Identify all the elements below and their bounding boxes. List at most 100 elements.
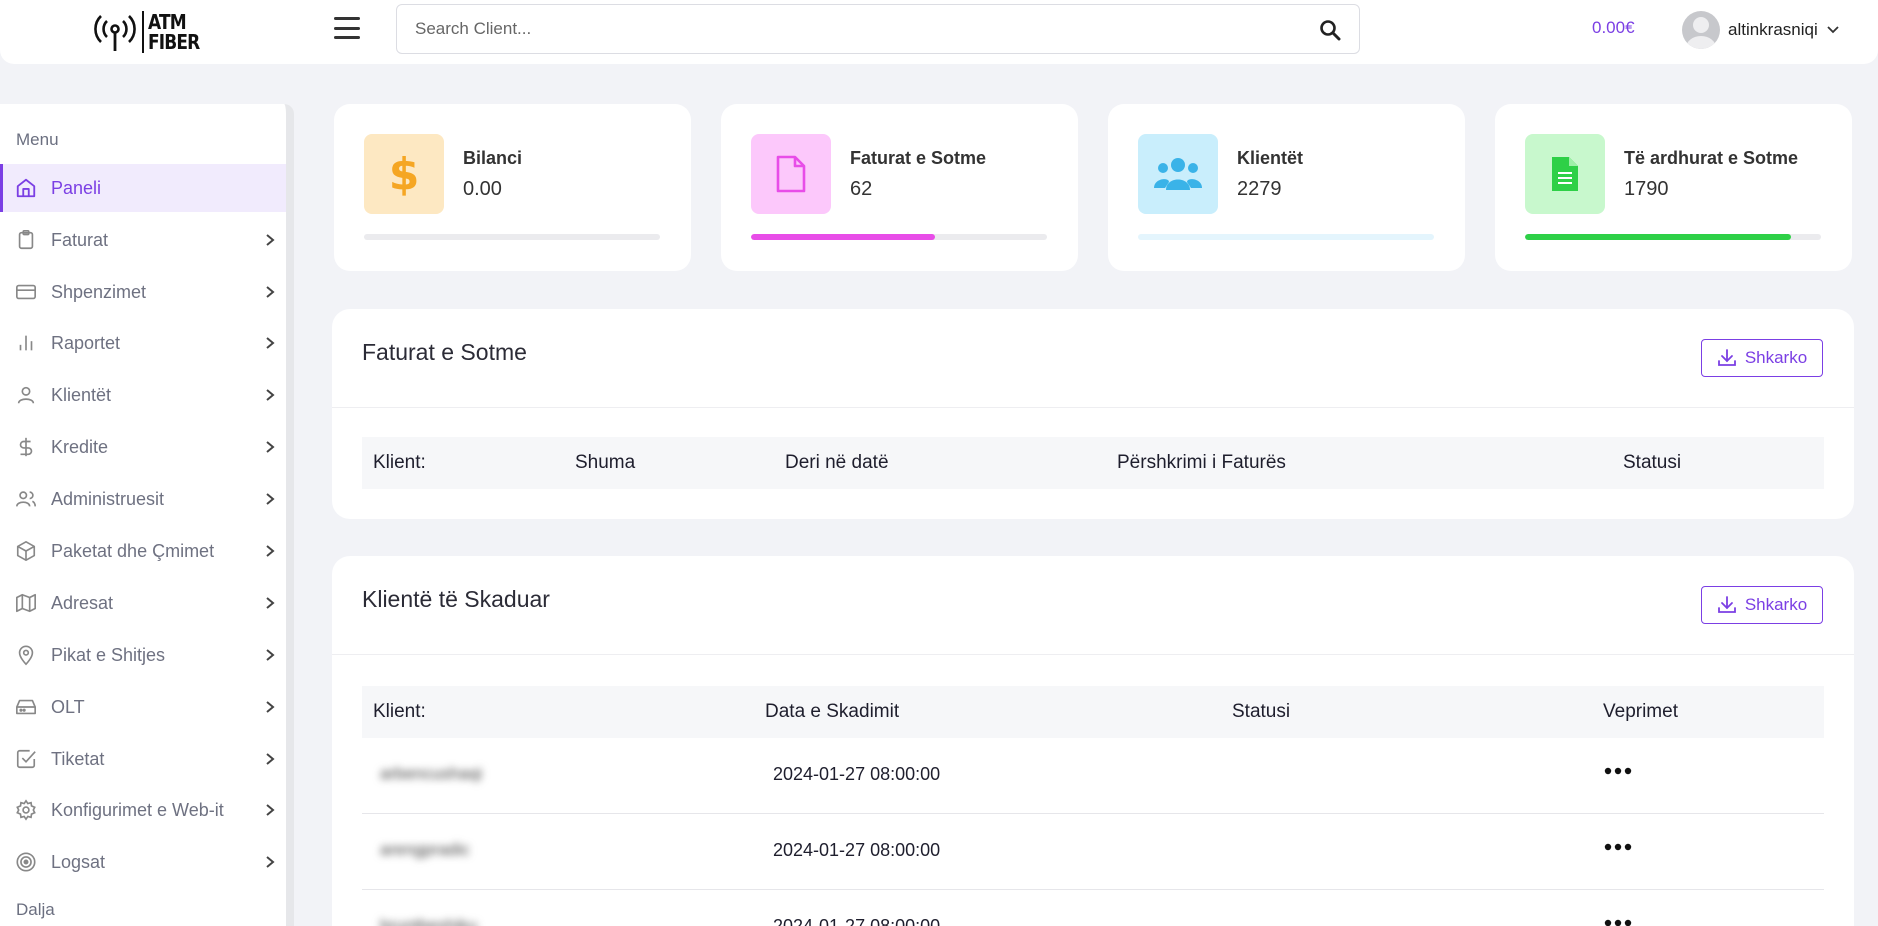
dollar-icon: [19, 437, 33, 457]
sidebar-item-raportet[interactable]: Raportet: [0, 319, 286, 367]
sidebar-item-konfigurimet[interactable]: Konfigurimet e Web-it: [0, 786, 286, 834]
stat-value: 2279: [1237, 178, 1282, 200]
download-expired-clients-button[interactable]: Shkarko: [1701, 586, 1823, 624]
download-icon: [1717, 349, 1736, 366]
stat-value: 62: [850, 178, 873, 200]
stat-title: Të ardhurat e Sotme: [1624, 148, 1799, 168]
account-balance: 0.00€: [1592, 18, 1635, 37]
menu-toggle-button[interactable]: [334, 17, 360, 39]
sidebar-item-label: Logsat: [51, 851, 106, 872]
expiry-date: 2024-01-27 08:00:00: [773, 840, 941, 860]
map-pin-icon: [18, 645, 34, 666]
stat-value: 1790: [1624, 178, 1669, 200]
stat-card-faturat: Faturat e Sotme 62: [721, 104, 1078, 271]
sidebar-item-label: Shpenzimet: [51, 281, 147, 302]
download-icon: [1717, 596, 1736, 613]
column-header[interactable]: Përshkrimi i Faturës: [1117, 452, 1286, 474]
chevron-right-icon: [266, 597, 275, 609]
expired-clients-panel: Klientë të Skaduar Shkarko Klient: Data …: [332, 556, 1854, 926]
client-name[interactable]: arbencushaqi: [380, 764, 482, 784]
sidebar-item-faturat[interactable]: Faturat: [0, 216, 286, 264]
panel-title: Klientë të Skaduar: [362, 586, 550, 612]
search-icon[interactable]: [1319, 19, 1341, 41]
column-header[interactable]: Shuma: [575, 452, 635, 474]
table-row: arengpradic 2024-01-27 08:00:00: [362, 814, 1824, 890]
user-menu[interactable]: altinkrasniqi: [1682, 10, 1840, 50]
file-icon: [776, 155, 806, 193]
download-invoices-button[interactable]: Shkarko: [1701, 339, 1823, 377]
sidebar-item-label: Klientët: [51, 384, 112, 405]
chevron-right-icon: [266, 286, 275, 298]
column-header[interactable]: Klient:: [373, 701, 426, 723]
credit-card-icon: [16, 284, 36, 300]
sidebar-item-label: OLT: [51, 696, 85, 717]
chevron-right-icon: [266, 804, 275, 816]
sidebar-item-pikat-e-shitjes[interactable]: Pikat e Shitjes: [0, 631, 286, 679]
todays-invoices-panel: Faturat e Sotme Shkarko Klient: Shuma De…: [332, 309, 1854, 519]
logout-section-label[interactable]: Dalja: [16, 900, 55, 920]
clipboard-icon: [18, 230, 34, 250]
atm-fiber-logo[interactable]: ATM FIBER: [92, 8, 208, 56]
chevron-down-icon: [1827, 26, 1839, 34]
more-actions-icon[interactable]: [1603, 766, 1633, 776]
sidebar-item-klientet[interactable]: Klientët: [0, 371, 286, 419]
sidebar: Menu Paneli Faturat Shpenzimet Raportet …: [0, 104, 294, 926]
sidebar-item-label: Tiketat: [51, 748, 105, 769]
sidebar-item-tiketat[interactable]: Tiketat: [0, 735, 286, 783]
column-header[interactable]: Statusi: [1623, 452, 1681, 474]
logo-line-1: ATM: [148, 10, 187, 34]
avatar: [1682, 11, 1720, 49]
sidebar-item-logsat[interactable]: Logsat: [0, 838, 286, 886]
package-icon: [16, 541, 36, 561]
sidebar-item-administruesit[interactable]: Administruesit: [0, 475, 286, 523]
sidebar-item-shpenzimet[interactable]: Shpenzimet: [0, 268, 286, 316]
chevron-right-icon: [266, 234, 275, 246]
sidebar-item-label: Konfigurimet e Web-it: [51, 799, 224, 820]
sidebar-item-label: Paketat dhe Çmimet: [51, 540, 215, 561]
panel-title: Faturat e Sotme: [362, 339, 527, 365]
sidebar-item-olt[interactable]: OLT: [0, 683, 286, 731]
table-row: arbencushaqi 2024-01-27 08:00:00: [362, 738, 1824, 814]
antenna-signal-icon: [94, 15, 136, 51]
logo-separator: [142, 11, 144, 53]
stat-card-te-ardhurat: Të ardhurat e Sotme 1790: [1495, 104, 1852, 271]
settings-icon: [16, 799, 36, 821]
stat-title: Faturat e Sotme: [850, 148, 987, 168]
map-icon: [16, 593, 36, 613]
column-header[interactable]: Statusi: [1232, 701, 1290, 723]
column-header[interactable]: Klient:: [373, 452, 426, 474]
expiry-date: 2024-01-27 08:00:00: [773, 916, 941, 926]
stat-progress-track: [1138, 234, 1434, 240]
sidebar-item-label: Kredite: [51, 436, 109, 457]
stat-value: 0.00: [463, 178, 502, 200]
column-header[interactable]: Deri në datë: [785, 452, 889, 474]
client-name[interactable]: arengpradic: [380, 840, 470, 860]
more-actions-icon[interactable]: [1603, 842, 1633, 852]
top-header: ATM FIBER 0.00€ altinkrasniqi: [0, 0, 1878, 64]
invoices-table-header: Klient: Shuma Deri në datë Përshkrimi i …: [362, 437, 1824, 489]
sidebar-item-kredite[interactable]: Kredite: [0, 423, 286, 471]
chevron-right-icon: [266, 389, 275, 401]
check-square-icon: [16, 749, 36, 769]
stat-icon-box: [1525, 134, 1605, 214]
chevron-right-icon: [266, 441, 275, 453]
menu-section-label: Menu: [16, 130, 59, 149]
download-label: Shkarko: [1744, 348, 1808, 367]
home-icon: [16, 178, 36, 198]
stat-progress-track: [1525, 234, 1821, 240]
sidebar-item-paneli[interactable]: Paneli: [0, 164, 286, 212]
more-actions-icon[interactable]: [1603, 918, 1633, 926]
sidebar-item-label: Raportet: [51, 332, 121, 353]
client-name[interactable]: bruntbeshiku: [380, 916, 477, 926]
column-header[interactable]: Veprimet: [1603, 701, 1678, 723]
sidebar-item-adresat[interactable]: Adresat: [0, 579, 286, 627]
chevron-right-icon: [266, 701, 275, 713]
sidebar-item-paketat[interactable]: Paketat dhe Çmimet: [0, 527, 286, 575]
search-box: [396, 4, 1360, 54]
stat-icon-box: [1138, 134, 1218, 214]
stat-title: Bilanci: [463, 148, 523, 168]
search-client-input[interactable]: [415, 5, 1295, 53]
target-icon: [16, 852, 36, 872]
users-icon: [16, 491, 36, 507]
column-header[interactable]: Data e Skadimit: [765, 701, 899, 723]
